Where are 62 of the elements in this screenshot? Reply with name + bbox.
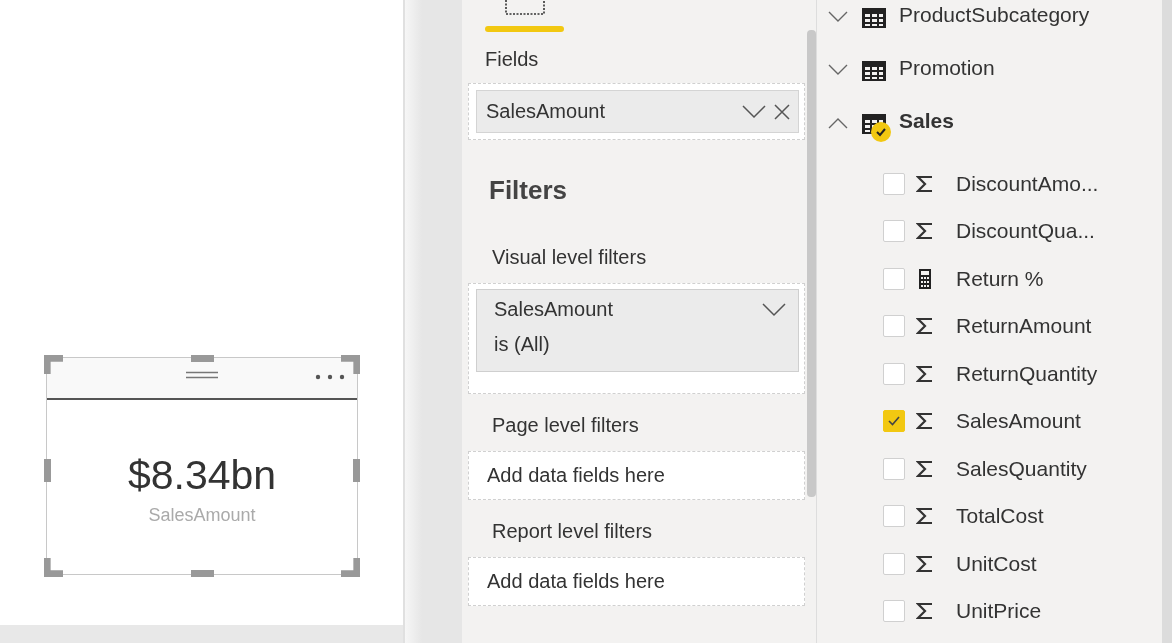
field-name[interactable]: DiscountAmo... [956, 171, 1099, 196]
chevron-down-icon[interactable] [828, 63, 848, 76]
checkbox[interactable] [883, 267, 905, 290]
resize-handle[interactable] [191, 355, 214, 362]
table-name[interactable]: ProductSubcategory [899, 2, 1090, 27]
checkbox[interactable] [883, 457, 905, 480]
filter-section-label: Visual level filters [492, 246, 648, 269]
resize-handle[interactable] [353, 459, 360, 482]
field-name[interactable]: SalesQuantity [956, 456, 1087, 481]
field-name[interactable]: UnitPrice [956, 599, 1042, 624]
table-name[interactable]: Sales [899, 108, 954, 133]
card-visual[interactable]: $8.34bn SalesAmount [46, 357, 358, 575]
scrollbar[interactable] [807, 30, 816, 497]
filter-field-name: SalesAmount [494, 298, 613, 321]
card-label: SalesAmount [148, 505, 256, 526]
checkbox[interactable] [883, 220, 905, 243]
filter-condition: is (All) [494, 333, 551, 356]
checkbox[interactable] [883, 172, 905, 195]
filters-heading: Filters [489, 175, 569, 206]
fields-label: Fields [485, 48, 540, 71]
checkbox[interactable] [883, 362, 905, 385]
field-name[interactable]: Return % [956, 266, 1044, 291]
field-name[interactable]: DiscountQua... [956, 219, 1095, 244]
drop-zone[interactable]: Add data fields here [468, 451, 805, 500]
sigma-icon [916, 364, 934, 383]
checkbox[interactable] [883, 410, 905, 433]
chevron-down-icon[interactable] [742, 104, 766, 119]
filter-card[interactable]: SalesAmount is (All) [476, 289, 799, 372]
checkbox[interactable] [883, 505, 905, 528]
checkbox[interactable] [883, 552, 905, 575]
more-options-icon[interactable] [315, 374, 345, 380]
field-name[interactable]: SalesAmount [956, 409, 1081, 434]
sigma-icon [916, 412, 934, 431]
field-name[interactable]: UnitCost [956, 551, 1037, 576]
table-name[interactable]: Promotion [899, 55, 995, 80]
drop-zone[interactable]: Add data fields here [468, 557, 805, 606]
chevron-down-icon[interactable] [828, 10, 848, 23]
fields-tab-icon[interactable] [505, 0, 545, 16]
sigma-icon [916, 554, 934, 573]
close-icon[interactable] [774, 103, 790, 120]
chevron-up-icon[interactable] [828, 116, 848, 129]
field-chip[interactable]: SalesAmount [476, 90, 799, 133]
sigma-icon [916, 602, 934, 621]
field-name[interactable]: ReturnAmount [956, 314, 1092, 339]
sigma-icon [916, 459, 934, 478]
filter-section-label: Report level filters [492, 520, 654, 543]
sigma-icon [916, 507, 934, 526]
field-name[interactable]: TotalCost [956, 504, 1044, 529]
sigma-icon [916, 317, 934, 336]
sigma-icon [916, 174, 934, 193]
filter-section-label: Page level filters [492, 414, 640, 437]
resize-handle[interactable] [44, 459, 51, 482]
card-value: $8.34bn [127, 452, 277, 499]
resize-handle[interactable] [191, 570, 214, 577]
checkbox[interactable] [883, 315, 905, 338]
checkbox[interactable] [883, 600, 905, 623]
field-name[interactable]: ReturnQuantity [956, 361, 1098, 386]
calculator-icon [916, 268, 934, 289]
drag-handle-icon[interactable] [186, 371, 218, 379]
check-icon [887, 415, 901, 428]
sigma-icon [916, 222, 934, 241]
chevron-down-icon[interactable] [762, 302, 786, 317]
